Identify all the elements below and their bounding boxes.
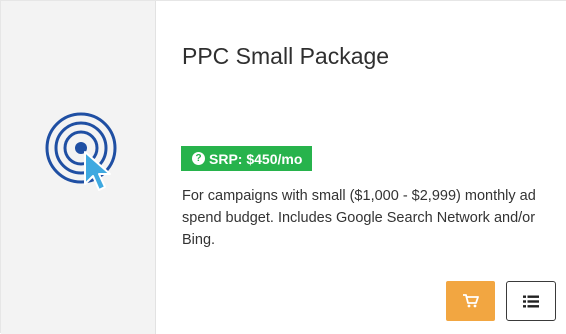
shopping-cart-icon <box>462 294 479 308</box>
target-cursor-icon <box>45 112 117 191</box>
product-content: PPC Small Package ? SRP: $450/mo For cam… <box>156 1 566 334</box>
list-icon <box>523 295 539 307</box>
srp-badge: ? SRP: $450/mo <box>181 146 313 171</box>
product-card: PPC Small Package ? SRP: $450/mo For cam… <box>0 0 566 334</box>
question-circle-icon: ? <box>192 152 205 165</box>
product-title: PPC Small Package <box>182 43 390 69</box>
details-list-button[interactable] <box>506 281 556 321</box>
product-icon-panel <box>1 1 156 334</box>
add-to-cart-button[interactable] <box>446 281 495 321</box>
product-description: For campaigns with small ($1,000 - $2,99… <box>182 188 536 248</box>
srp-label: SRP: $450/mo <box>209 150 303 167</box>
